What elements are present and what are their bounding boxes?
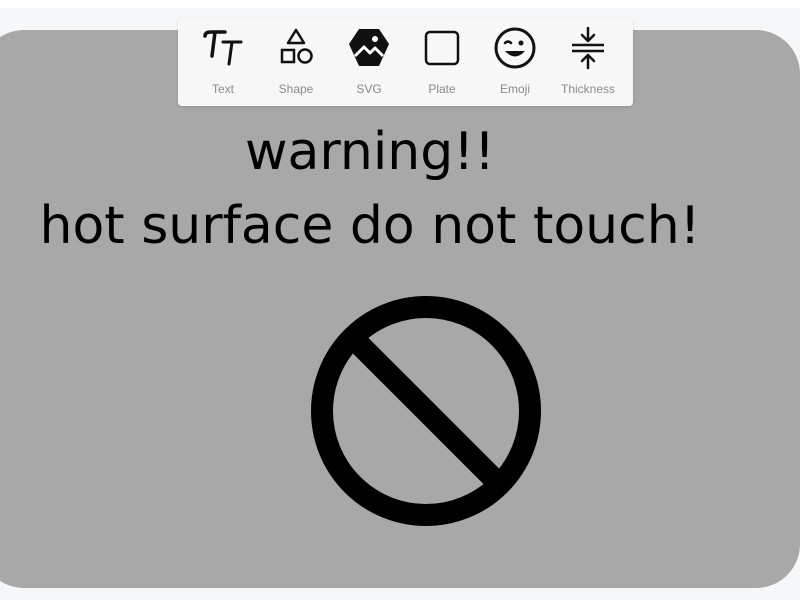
tool-plate-button[interactable]: Plate <box>409 18 475 106</box>
tool-thickness-label: Thickness <box>560 82 616 96</box>
sign-plate[interactable]: warning!! hot surface do not touch! <box>0 30 800 588</box>
tool-text-button[interactable]: Text <box>190 18 256 106</box>
tool-svg-button[interactable]: SVG <box>336 18 402 106</box>
shapes-icon <box>274 26 318 70</box>
editor-canvas: warning!! hot surface do not touch! Text <box>0 0 800 600</box>
tool-emoji-button[interactable]: Emoji <box>482 18 548 106</box>
tool-plate-label: Plate <box>428 82 456 96</box>
wink-emoji-icon <box>493 26 537 70</box>
tool-svg-label: SVG <box>356 82 382 96</box>
sign-text-line-2[interactable]: hot surface do not touch! <box>0 200 750 252</box>
prohibition-icon[interactable] <box>310 295 542 527</box>
tool-shape-button[interactable]: Shape <box>263 18 329 106</box>
tool-thickness-button[interactable]: Thickness <box>555 18 621 106</box>
thickness-compress-icon <box>566 26 610 70</box>
toolbar: Text Shape SVG Plate Emoji Thickness <box>178 18 633 106</box>
text-icon <box>201 26 245 70</box>
tool-shape-label: Shape <box>278 82 314 96</box>
tool-emoji-label: Emoji <box>499 82 530 96</box>
top-strip <box>0 0 800 8</box>
tool-text-label: Text <box>211 82 234 96</box>
sign-text-line-1[interactable]: warning!! <box>0 126 750 178</box>
square-plate-icon <box>420 26 464 70</box>
svg-image-icon <box>347 26 391 70</box>
